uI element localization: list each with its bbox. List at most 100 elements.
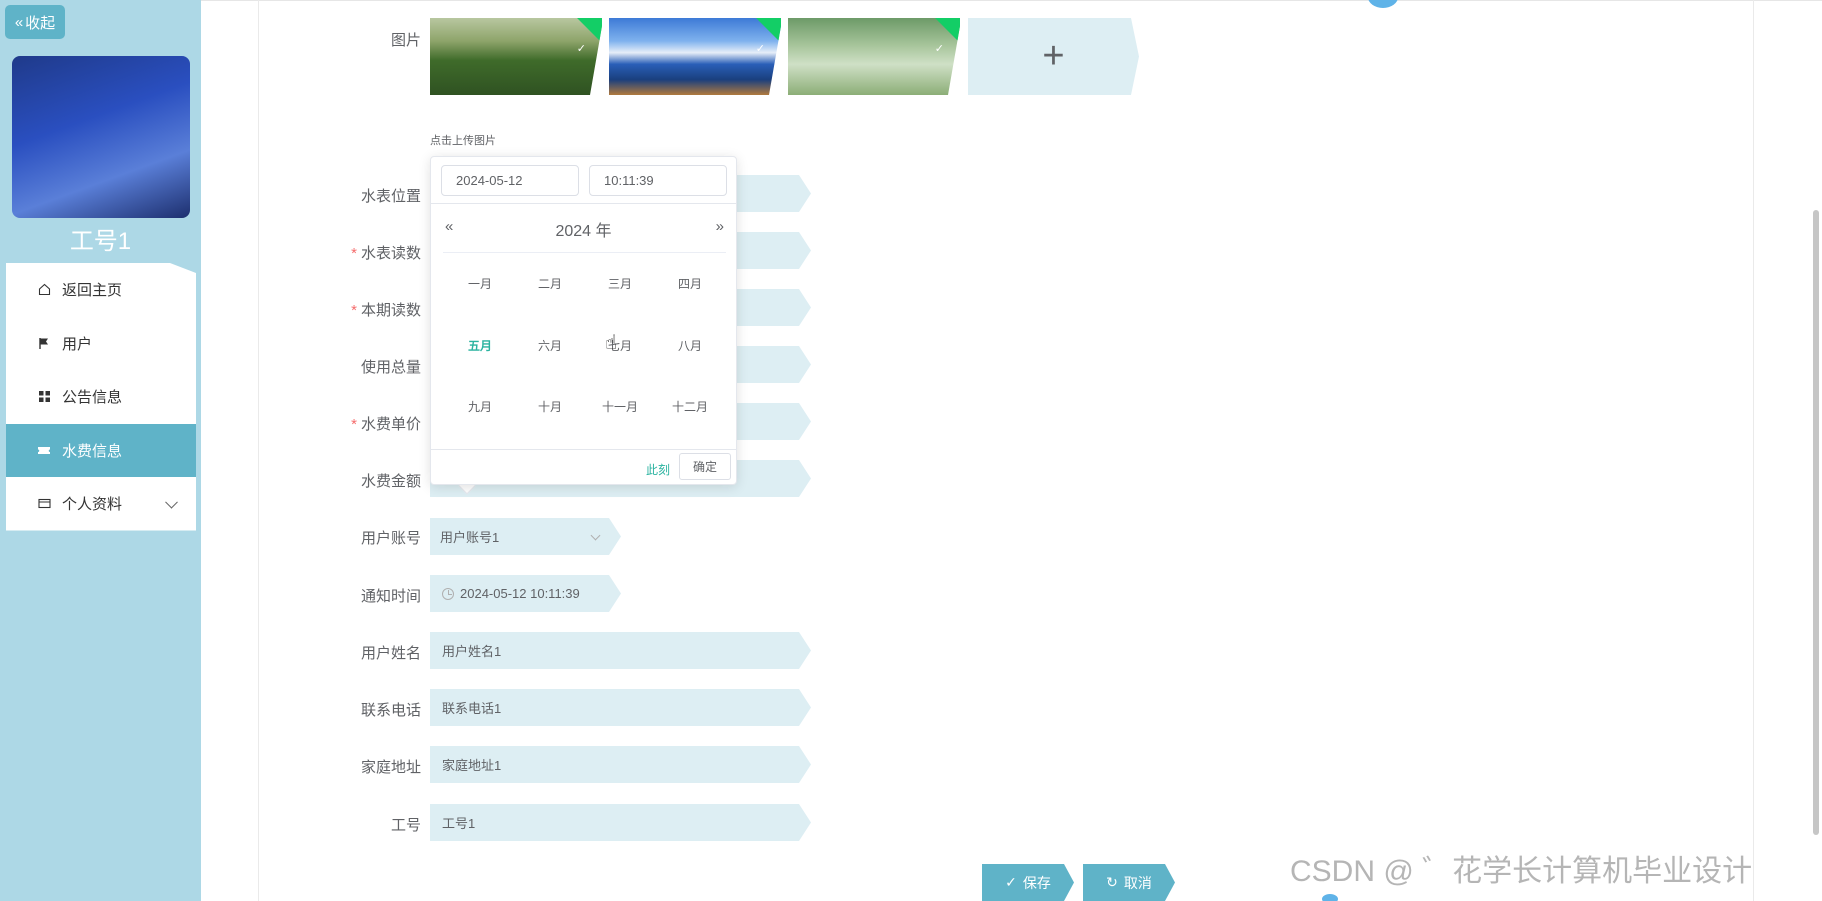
month-cell[interactable]: 三月: [590, 275, 650, 292]
month-cell[interactable]: 十二月: [660, 398, 720, 415]
success-badge: [933, 18, 960, 45]
month-cell[interactable]: 四月: [660, 275, 720, 292]
uploaded-image-2[interactable]: ✓: [609, 18, 781, 95]
notify-time-input[interactable]: 2024-05-12 10:11:39: [430, 575, 621, 612]
required-asterisk: *: [351, 302, 357, 319]
uploaded-image-3[interactable]: ✓: [788, 18, 960, 95]
user-name-value: 用户姓名1: [442, 644, 502, 659]
content-border-right: [1753, 0, 1754, 901]
picker-year-label[interactable]: 2024 年: [431, 217, 736, 241]
next-year-button[interactable]: »: [716, 218, 724, 235]
user-account-value: 用户账号1: [440, 530, 500, 545]
uploaded-image-1[interactable]: ✓: [430, 18, 602, 95]
user-account-select[interactable]: 用户账号1: [430, 518, 621, 555]
floating-dot: [1322, 894, 1338, 901]
month-cell[interactable]: 七月: [590, 337, 650, 354]
employee-no-value: 工号1: [442, 816, 476, 831]
sidebar-item-label: 用户: [62, 335, 93, 353]
check-icon: ✓: [755, 43, 765, 55]
username: 工号1: [69, 228, 132, 255]
sidebar-menu: 返回主页 用户 公告信息 水费信息 个人资料: [6, 263, 196, 531]
sidebar-item-announcements[interactable]: 公告信息: [6, 370, 196, 424]
grid-icon: [37, 390, 51, 404]
user-name-input[interactable]: 用户姓名1: [430, 632, 811, 669]
double-chevron-left-icon: «: [14, 13, 24, 31]
required-asterisk: *: [351, 416, 357, 433]
image-label: 图片: [390, 32, 421, 49]
sidebar-item-users[interactable]: 用户: [6, 317, 196, 371]
watermark: CSDN @ ゛花学长计算机毕业设计: [1290, 855, 1753, 888]
month-cell[interactable]: 六月: [520, 337, 580, 354]
sidebar-item-label: 水费信息: [62, 442, 123, 460]
top-divider: [201, 0, 1822, 1]
amount-label: 水费金额: [360, 473, 421, 490]
picker-divider: [431, 203, 736, 204]
success-badge: [754, 18, 781, 45]
required-asterisk: *: [351, 245, 357, 262]
flag-icon: [37, 336, 51, 350]
collapse-button[interactable]: « 收起: [5, 5, 65, 39]
picker-now-button[interactable]: 此刻: [646, 461, 670, 478]
chevron-down-icon: [165, 495, 178, 509]
avatar: [12, 56, 190, 218]
clock-icon: [442, 588, 454, 600]
chevron-down-icon: [591, 531, 601, 541]
address-label: 家庭地址: [360, 759, 421, 776]
floating-dot: [1368, 0, 1398, 8]
total-usage-label: 使用总量: [360, 359, 421, 376]
month-cell[interactable]: 十月: [520, 398, 580, 415]
phone-value: 联系电话1: [442, 701, 502, 716]
sidebar: « 收起 工号1 返回主页 用户 公告信息 水费信息 个人资料: [0, 0, 201, 901]
user-account-label: 用户账号: [360, 530, 421, 547]
address-value: 家庭地址1: [442, 758, 502, 773]
sidebar-item-label: 公告信息: [62, 389, 123, 407]
refresh-icon: ↻: [1106, 874, 1118, 890]
phone-label: 联系电话: [360, 702, 421, 719]
check-icon: ✓: [934, 43, 944, 55]
month-cell-current[interactable]: 五月: [450, 337, 510, 354]
month-cell[interactable]: 八月: [660, 337, 720, 354]
current-reading-label: * 本期读数: [351, 302, 421, 319]
sidebar-item-label: 个人资料: [62, 496, 123, 514]
picker-time-input[interactable]: 10:11:39: [589, 165, 727, 196]
save-button[interactable]: ✓ 保存: [982, 864, 1074, 901]
sidebar-item-profile[interactable]: 个人资料: [6, 477, 196, 531]
success-badge: [575, 18, 602, 45]
address-input[interactable]: 家庭地址1: [430, 746, 811, 783]
meter-reading-label: * 水表读数: [351, 245, 421, 262]
month-cell[interactable]: 二月: [520, 275, 580, 292]
ticket-icon: [37, 443, 51, 457]
month-cell[interactable]: 一月: [450, 275, 510, 292]
sidebar-item-water-fee[interactable]: 水费信息: [6, 423, 196, 477]
phone-input[interactable]: 联系电话1: [430, 689, 811, 726]
picker-header-divider: [443, 252, 726, 253]
picker-footer-divider: [431, 449, 736, 450]
upload-image-button[interactable]: +: [968, 18, 1139, 95]
check-icon: ✓: [576, 43, 586, 55]
cancel-button[interactable]: ↻ 取消: [1083, 864, 1175, 901]
wallet-icon: [37, 497, 51, 511]
unit-price-label: * 水费单价: [351, 416, 421, 433]
home-icon: [37, 283, 51, 297]
employee-no-input[interactable]: 工号1: [430, 804, 811, 841]
sidebar-item-label: 返回主页: [62, 282, 123, 300]
check-icon: ✓: [1005, 874, 1017, 890]
save-label: 保存: [1022, 874, 1051, 891]
notify-time-value: 2024-05-12 10:11:39: [460, 586, 580, 601]
picker-ok-button[interactable]: 确定: [679, 453, 731, 480]
upload-hint: 点击上传图片: [430, 135, 496, 147]
scrollbar[interactable]: [1813, 210, 1819, 835]
datetime-picker: 2024-05-12 10:11:39 « 2024 年 » 一月 二月 三月 …: [430, 156, 737, 485]
hand-cursor-icon: ☝: [605, 332, 618, 354]
content-border-left: [258, 0, 259, 901]
notify-time-label: 通知时间: [360, 588, 421, 605]
month-cell[interactable]: 九月: [450, 398, 510, 415]
month-cell[interactable]: 十一月: [590, 398, 650, 415]
employee-no-label: 工号: [390, 817, 421, 834]
plus-icon: +: [1042, 35, 1065, 77]
sidebar-item-home[interactable]: 返回主页: [6, 263, 196, 317]
meter-location-label: 水表位置: [360, 188, 421, 205]
collapse-label: 收起: [25, 14, 56, 32]
picker-date-input[interactable]: 2024-05-12: [441, 165, 579, 196]
cancel-label: 取消: [1123, 874, 1152, 891]
